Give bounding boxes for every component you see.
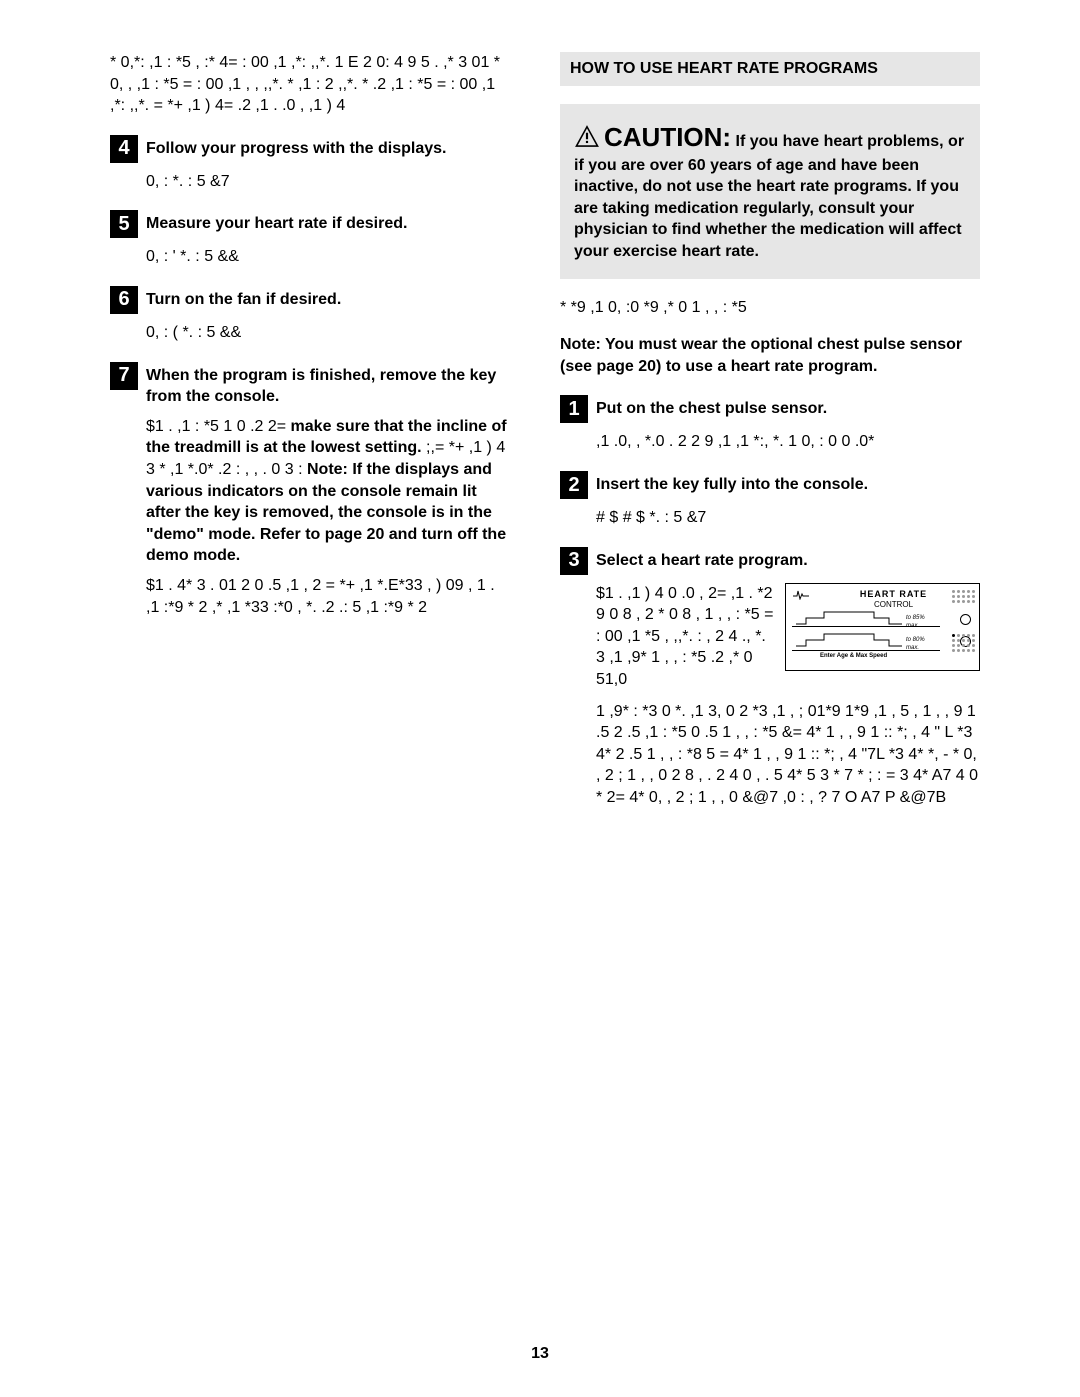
step-number-3: 3 xyxy=(560,547,588,575)
step-6-title: Turn on the fan if desired. xyxy=(146,286,341,311)
step-4-header: 4 Follow your progress with the displays… xyxy=(110,135,510,163)
step-number-7: 7 xyxy=(110,362,138,390)
hr-indicator-dots-2 xyxy=(952,634,975,654)
step-7-text-a: $1 . ,1 : *5 1 0 .2 2= xyxy=(146,418,291,435)
step-number-1: 1 xyxy=(560,395,588,423)
left-column: * 0,*: ,1 : *5 , :* 4= : 00 ,1 ,*: ,,*. … xyxy=(110,52,510,817)
step-3r-para2: 1 ,9* : *3 0 *. ,1 3, 0 2 *3 ,1 , ; 01*9… xyxy=(596,701,980,809)
intro-paragraph: * 0,*: ,1 : *5 , :* 4= : 00 ,1 ,*: ,,*. … xyxy=(110,52,510,117)
step-7-title: When the program is finished, remove the… xyxy=(146,362,510,408)
warning-icon xyxy=(574,124,600,155)
step-6-header: 6 Turn on the fan if desired. xyxy=(110,286,510,314)
step-number-2: 2 xyxy=(560,471,588,499)
step-5-body: 0, : ' *. : 5 && xyxy=(146,246,510,268)
step-6-body: 0, : ( *. : 5 && xyxy=(146,322,510,344)
manual-page: * 0,*: ,1 : *5 , :* 4= : 00 ,1 ,*: ,,*. … xyxy=(0,0,1080,1397)
hr-profile-line-1 xyxy=(794,606,904,628)
step-1r-body: ,1 .0, , *.0 . 2 2 9 ,1 ,1 *:, *. 1 0, :… xyxy=(596,431,980,453)
hr-button-1 xyxy=(960,614,971,625)
step-7-body: $1 . ,1 : *5 1 0 .2 2= make sure that th… xyxy=(146,416,510,567)
hr-graph-area: to 85% max. to 80% max. Enter Age & Max … xyxy=(814,606,934,656)
heart-rate-diagram: HEART RATE CONTROL to 85% max. to 80% ma… xyxy=(785,583,980,671)
page-number: 13 xyxy=(0,1345,1080,1363)
step-7-para2: $1 . 4* 3 . 01 2 0 .5 ,1 , 2 = *+ ,1 *.E… xyxy=(146,575,510,618)
hr-profile-line-2 xyxy=(794,628,904,650)
step-7-header: 7 When the program is finished, remove t… xyxy=(110,362,510,408)
step-1r-title: Put on the chest pulse sensor. xyxy=(596,395,827,420)
right-column: HOW TO USE HEART RATE PROGRAMS CAUTION: … xyxy=(560,52,980,817)
step-3r-body: HEART RATE CONTROL to 85% max. to 80% ma… xyxy=(596,583,980,809)
step-2-header: 2 Insert the key fully into the console. xyxy=(560,471,980,499)
step-3-header: 3 Select a heart rate program. xyxy=(560,547,980,575)
step-5-title: Measure your heart rate if desired. xyxy=(146,210,407,235)
step-number-4: 4 xyxy=(110,135,138,163)
note-bold: Note: You must wear the optional chest p… xyxy=(560,336,962,375)
step-3r-title: Select a heart rate program. xyxy=(596,547,808,572)
step-4-title: Follow your progress with the displays. xyxy=(146,135,447,160)
caution-title: CAUTION: xyxy=(604,122,731,152)
step-2r-title: Insert the key fully into the console. xyxy=(596,471,868,496)
step-5-header: 5 Measure your heart rate if desired. xyxy=(110,210,510,238)
hr-bottom-label: Enter Age & Max Speed xyxy=(820,652,887,660)
step-1-header: 1 Put on the chest pulse sensor. xyxy=(560,395,980,423)
pre-note-line: * *9 ,1 0, :0 *9 ,* 0 1 , , : *5 xyxy=(560,297,980,319)
step-number-6: 6 xyxy=(110,286,138,314)
hr-indicator-dots xyxy=(952,590,975,605)
heartbeat-icon xyxy=(792,588,810,600)
step-2r-body: # $ # $ *. : 5 &7 xyxy=(596,507,980,529)
caution-box: CAUTION: If you have heart problems, or … xyxy=(560,104,980,279)
section-header-heart-rate: HOW TO USE HEART RATE PROGRAMS xyxy=(560,52,980,86)
hr-brand: HEART RATE xyxy=(812,588,975,600)
hr-label-85: to 85% max. xyxy=(906,614,934,630)
step-4-body: 0, : *. : 5 &7 xyxy=(146,171,510,193)
step-number-5: 5 xyxy=(110,210,138,238)
